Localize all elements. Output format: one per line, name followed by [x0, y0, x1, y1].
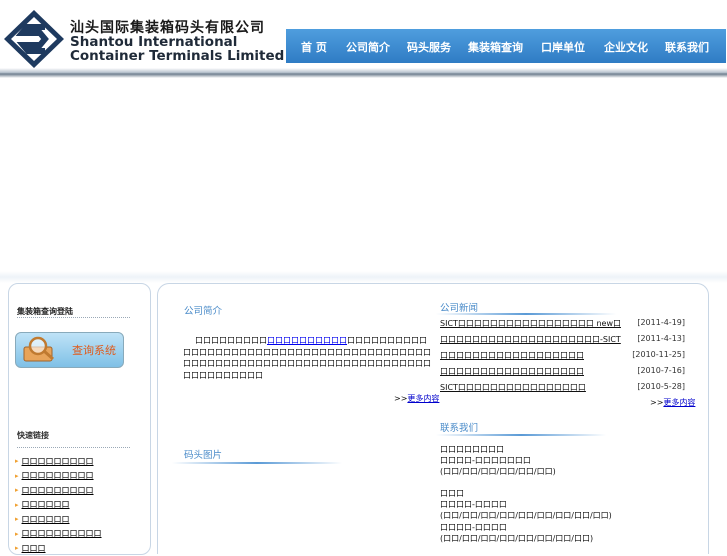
news-date: [2011-4-19]	[637, 318, 685, 327]
photos-title-rule	[172, 462, 342, 464]
quick-link[interactable]: 口口口口口口口口口	[22, 470, 94, 481]
nav-home[interactable]: 首 页	[301, 39, 327, 55]
magnifier-icon	[23, 336, 54, 362]
list-item: ▸ 口口口口口口口口口	[15, 483, 102, 498]
list-item: ▸ 口口口口口口口口口口	[15, 527, 102, 542]
contact-title-rule	[436, 434, 606, 436]
quick-links-list: ▸ 口口口口口口口口口 ▸ 口口口口口口口口口 ▸ 口口口口口口口口口 ▸ 口口口口口口…	[15, 454, 102, 556]
news-row: SICT口口口口口口口口口口口口口口口口口 new口 [2011-4-19]	[440, 318, 685, 330]
intro-more: >>更多内容	[394, 393, 439, 404]
bullet-icon: ▸	[15, 500, 19, 509]
intro-text-start: 口口口口口口口口口	[195, 336, 267, 345]
quick-links-title: 快速链接	[17, 431, 49, 440]
news-date: [2010-5-28]	[637, 382, 685, 391]
bullet-icon: ▸	[15, 471, 19, 480]
intro-more-link[interactable]: 更多内容	[407, 394, 439, 403]
news-link[interactable]: 口口口口口口口口口口口口口口口口口口	[440, 350, 584, 361]
quick-link[interactable]: 口口口口口口	[22, 514, 70, 525]
quick-link[interactable]: 口口口口口口口口口	[22, 485, 94, 496]
contact-line: 口口口口口口口口	[440, 445, 504, 454]
intro-inline-link[interactable]: 口口口口口口口口口口	[267, 336, 347, 345]
query-system-button[interactable]: 查询系统	[15, 332, 124, 368]
content-top-band	[0, 271, 727, 283]
quick-links-divider	[17, 447, 130, 448]
news-date: [2010-11-25]	[632, 350, 685, 359]
login-title-divider	[17, 317, 130, 318]
nav-terminal-services[interactable]: 码头服务	[407, 39, 451, 55]
news-row: SICT口口口口口口口口口口口口口口口口 [2010-5-28]	[440, 382, 685, 394]
contact-line: 口口口口-口口口口	[440, 523, 507, 532]
contact-line: 口口口	[440, 489, 464, 498]
nav-corporate-culture[interactable]: 企业文化	[604, 39, 648, 55]
intro-paragraph: 口口口口口口口口口口口口口口口口口口口口口口口口口口口口口口口口口口口口口口口口…	[183, 335, 431, 381]
news-section-title: 公司新闻	[440, 303, 479, 314]
quick-link[interactable]: 口口口口口口口口口	[22, 456, 94, 467]
list-item: ▸ 口口口口口口	[15, 512, 102, 527]
contact-line: (口口/口口/口口/口口/口口/口口/口口/口口)	[440, 534, 594, 543]
main-nav: 首 页 公司简介 码头服务 集装箱查询 口岸单位 企业文化 联系我们	[286, 29, 726, 63]
news-link[interactable]: 口口口口口口口口口口口口口口口口口口口口-SICT	[440, 334, 621, 345]
quick-link[interactable]: 口口口	[22, 543, 46, 554]
news-row: 口口口口口口口口口口口口口口口口口口 [2010-11-25]	[440, 350, 685, 362]
list-item: ▸ 口口口	[15, 541, 102, 556]
news-link[interactable]: SICT口口口口口口口口口口口口口口口口口 new口	[440, 318, 621, 329]
more-arrow: >>	[650, 398, 664, 407]
news-link[interactable]: 口口口口口口口口口口口口口口口口口口	[440, 366, 584, 377]
news-row: 口口口口口口口口口口口口口口口口口口口口-SICT [2011-4-13]	[440, 334, 685, 346]
company-logo-icon	[4, 10, 64, 68]
query-system-label: 查询系统	[72, 344, 116, 357]
contact-line: (口口/口口/口口/口口/口口/口口/口口/口口/口口)	[440, 511, 612, 520]
contact-section-title: 联系我们	[440, 423, 479, 434]
contact-line: (口口/口口/口口/口口/口口/口口)	[440, 467, 556, 476]
nav-port-units[interactable]: 口岸单位	[541, 39, 585, 55]
header-divider	[0, 68, 727, 78]
intro-section-title: 公司简介	[184, 306, 223, 317]
list-item: ▸ 口口口口口口	[15, 498, 102, 513]
list-item: ▸ 口口口口口口口口口	[15, 454, 102, 469]
news-link[interactable]: SICT口口口口口口口口口口口口口口口口	[440, 382, 586, 393]
bullet-icon: ▸	[15, 457, 19, 466]
left-sidebar: 集装箱查询登陆 查询系统 快速链接 ▸ 口口口口口口口口口 ▸ 口口口口口口口口口 …	[8, 283, 151, 555]
nav-container-query[interactable]: 集装箱查询	[468, 39, 523, 55]
photos-section-title: 码头图片	[184, 450, 223, 461]
news-more: >>更多内容	[650, 397, 695, 408]
logo-english-name-line2: Container Terminals Limited	[70, 48, 285, 64]
quick-link[interactable]: 口口口口口口	[22, 499, 70, 510]
news-date: [2010-7-16]	[637, 366, 685, 375]
contact-line: 口口口口-口口口口	[440, 500, 507, 509]
news-row: 口口口口口口口口口口口口口口口口口口 [2010-7-16]	[440, 366, 685, 378]
news-more-link[interactable]: 更多内容	[663, 398, 695, 407]
news-title-rule	[436, 313, 616, 315]
more-arrow: >>	[394, 394, 408, 403]
bullet-icon: ▸	[15, 544, 19, 553]
list-item: ▸ 口口口口口口口口口	[15, 469, 102, 484]
bullet-icon: ▸	[15, 515, 19, 524]
nav-about[interactable]: 公司简介	[346, 39, 390, 55]
nav-contact-us[interactable]: 联系我们	[665, 39, 709, 55]
news-date: [2011-4-13]	[637, 334, 685, 343]
bullet-icon: ▸	[15, 529, 19, 538]
quick-link[interactable]: 口口口口口口口口口口	[22, 528, 102, 539]
login-section-title: 集装箱查询登陆	[17, 307, 73, 316]
contact-line: 口口口口-口口口口口口口	[440, 456, 531, 465]
bullet-icon: ▸	[15, 486, 19, 495]
